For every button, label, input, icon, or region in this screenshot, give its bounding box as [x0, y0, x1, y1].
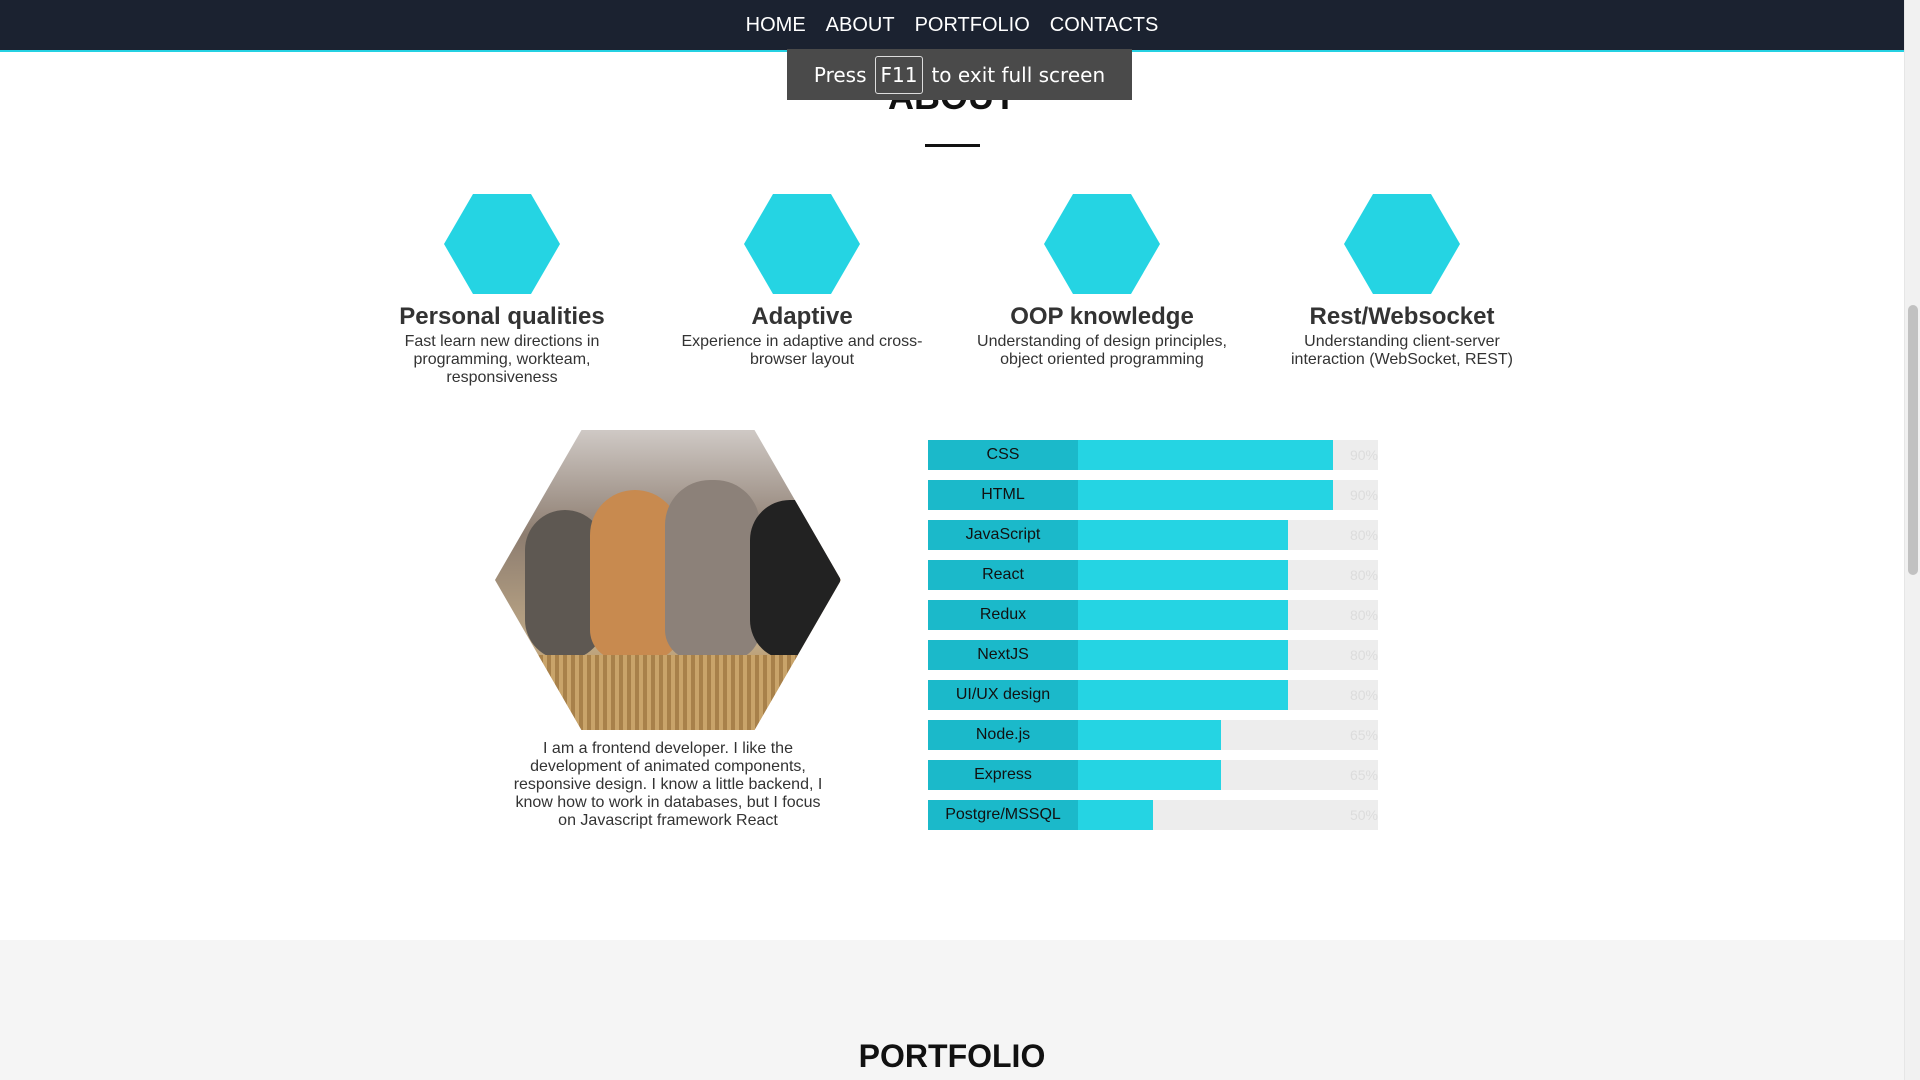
- skill-bar: JavaScript 80%: [928, 520, 1378, 550]
- skill-bar: CSS 90%: [928, 440, 1378, 470]
- skill-bar: Redux 80%: [928, 600, 1378, 630]
- skill-percent: 80%: [1349, 607, 1378, 623]
- skill-label: NextJS: [928, 640, 1078, 670]
- feature-rest-websocket: Rest/Websocket Understanding client-serv…: [1277, 194, 1527, 369]
- feature-oop-knowledge: OOP knowledge Understanding of design pr…: [977, 194, 1227, 369]
- skill-label: React: [928, 560, 1078, 590]
- feature-adaptive: Adaptive Experience in adaptive and cros…: [677, 194, 927, 369]
- skill-percent: 80%: [1349, 567, 1378, 583]
- skill-label: HTML: [928, 480, 1078, 510]
- kittens-photo: [495, 430, 841, 730]
- skill-percent: 80%: [1349, 527, 1378, 543]
- top-nav: HOME ABOUT PORTFOLIO CONTACTS: [0, 0, 1904, 52]
- skill-bar: Postgre/MSSQL 50%: [928, 800, 1378, 830]
- feature-text: Understanding of design principles, obje…: [977, 333, 1227, 368]
- hexagon-icon: [744, 194, 860, 294]
- nav-link-about[interactable]: ABOUT: [826, 1, 895, 49]
- skill-label: Redux: [928, 600, 1078, 630]
- hexagon-icon: [1044, 194, 1160, 294]
- feature-personal-qualities: Personal qualities Fast learn new direct…: [377, 194, 627, 387]
- skill-percent: 80%: [1349, 647, 1378, 663]
- skill-label: UI/UX design: [928, 680, 1078, 710]
- fullscreen-toast: Press F11 to exit full screen: [787, 49, 1132, 100]
- skill-percent: 65%: [1349, 767, 1378, 783]
- feature-text: Fast learn new directions in programming…: [404, 333, 600, 386]
- nav-link-home[interactable]: HOME: [746, 1, 806, 49]
- skill-label: CSS: [928, 440, 1078, 470]
- features-row: Personal qualities Fast learn new direct…: [0, 194, 1904, 394]
- about-bio: I am a frontend developer. I like the de…: [513, 740, 823, 829]
- toast-key: F11: [874, 55, 924, 94]
- about-title-underline: [925, 144, 980, 147]
- skill-percent: 90%: [1349, 487, 1378, 503]
- skill-bar: React 80%: [928, 560, 1378, 590]
- toast-text-after: to exit full screen: [931, 62, 1106, 87]
- feature-title: Rest/Websocket: [1309, 303, 1495, 330]
- hexagon-icon: [1344, 194, 1460, 294]
- feature-text: Understanding client-server interaction …: [1290, 333, 1513, 368]
- skill-percent: 80%: [1349, 687, 1378, 703]
- portfolio-title: PORTFOLIO: [858, 1038, 1046, 1074]
- nav-link-portfolio[interactable]: PORTFOLIO: [915, 1, 1030, 49]
- feature-title: Adaptive: [751, 303, 853, 330]
- feature-title: OOP knowledge: [1010, 303, 1194, 330]
- skill-percent: 90%: [1349, 447, 1378, 463]
- scrollbar-thumb[interactable]: [1908, 305, 1918, 575]
- skill-percent: 50%: [1349, 807, 1378, 823]
- skill-percent: 65%: [1349, 727, 1378, 743]
- skill-bar: UI/UX design 80%: [928, 680, 1378, 710]
- page-scrollbar[interactable]: [1904, 0, 1920, 1080]
- feature-text: Experience in adaptive and cross-browser…: [681, 333, 923, 368]
- nav-link-contacts[interactable]: CONTACTS: [1050, 1, 1159, 49]
- toast-text-before: Press: [813, 62, 867, 87]
- skills-list: CSS 90% HTML 90% JavaScript 80% React 80% Redux 8…: [928, 440, 1378, 840]
- skill-label: JavaScript: [928, 520, 1078, 550]
- skill-bar: Express 65%: [928, 760, 1378, 790]
- skill-bar: Node.js 65%: [928, 720, 1378, 750]
- feature-title: Personal qualities: [399, 303, 605, 330]
- skill-label: Express: [928, 760, 1078, 790]
- skill-bar: NextJS 80%: [928, 640, 1378, 670]
- hexagon-icon: [444, 194, 560, 294]
- skill-bar: HTML 90%: [928, 480, 1378, 510]
- portfolio-section: PORTFOLIO: [0, 940, 1904, 1080]
- skill-label: Node.js: [928, 720, 1078, 750]
- skill-label: Postgre/MSSQL: [928, 800, 1078, 830]
